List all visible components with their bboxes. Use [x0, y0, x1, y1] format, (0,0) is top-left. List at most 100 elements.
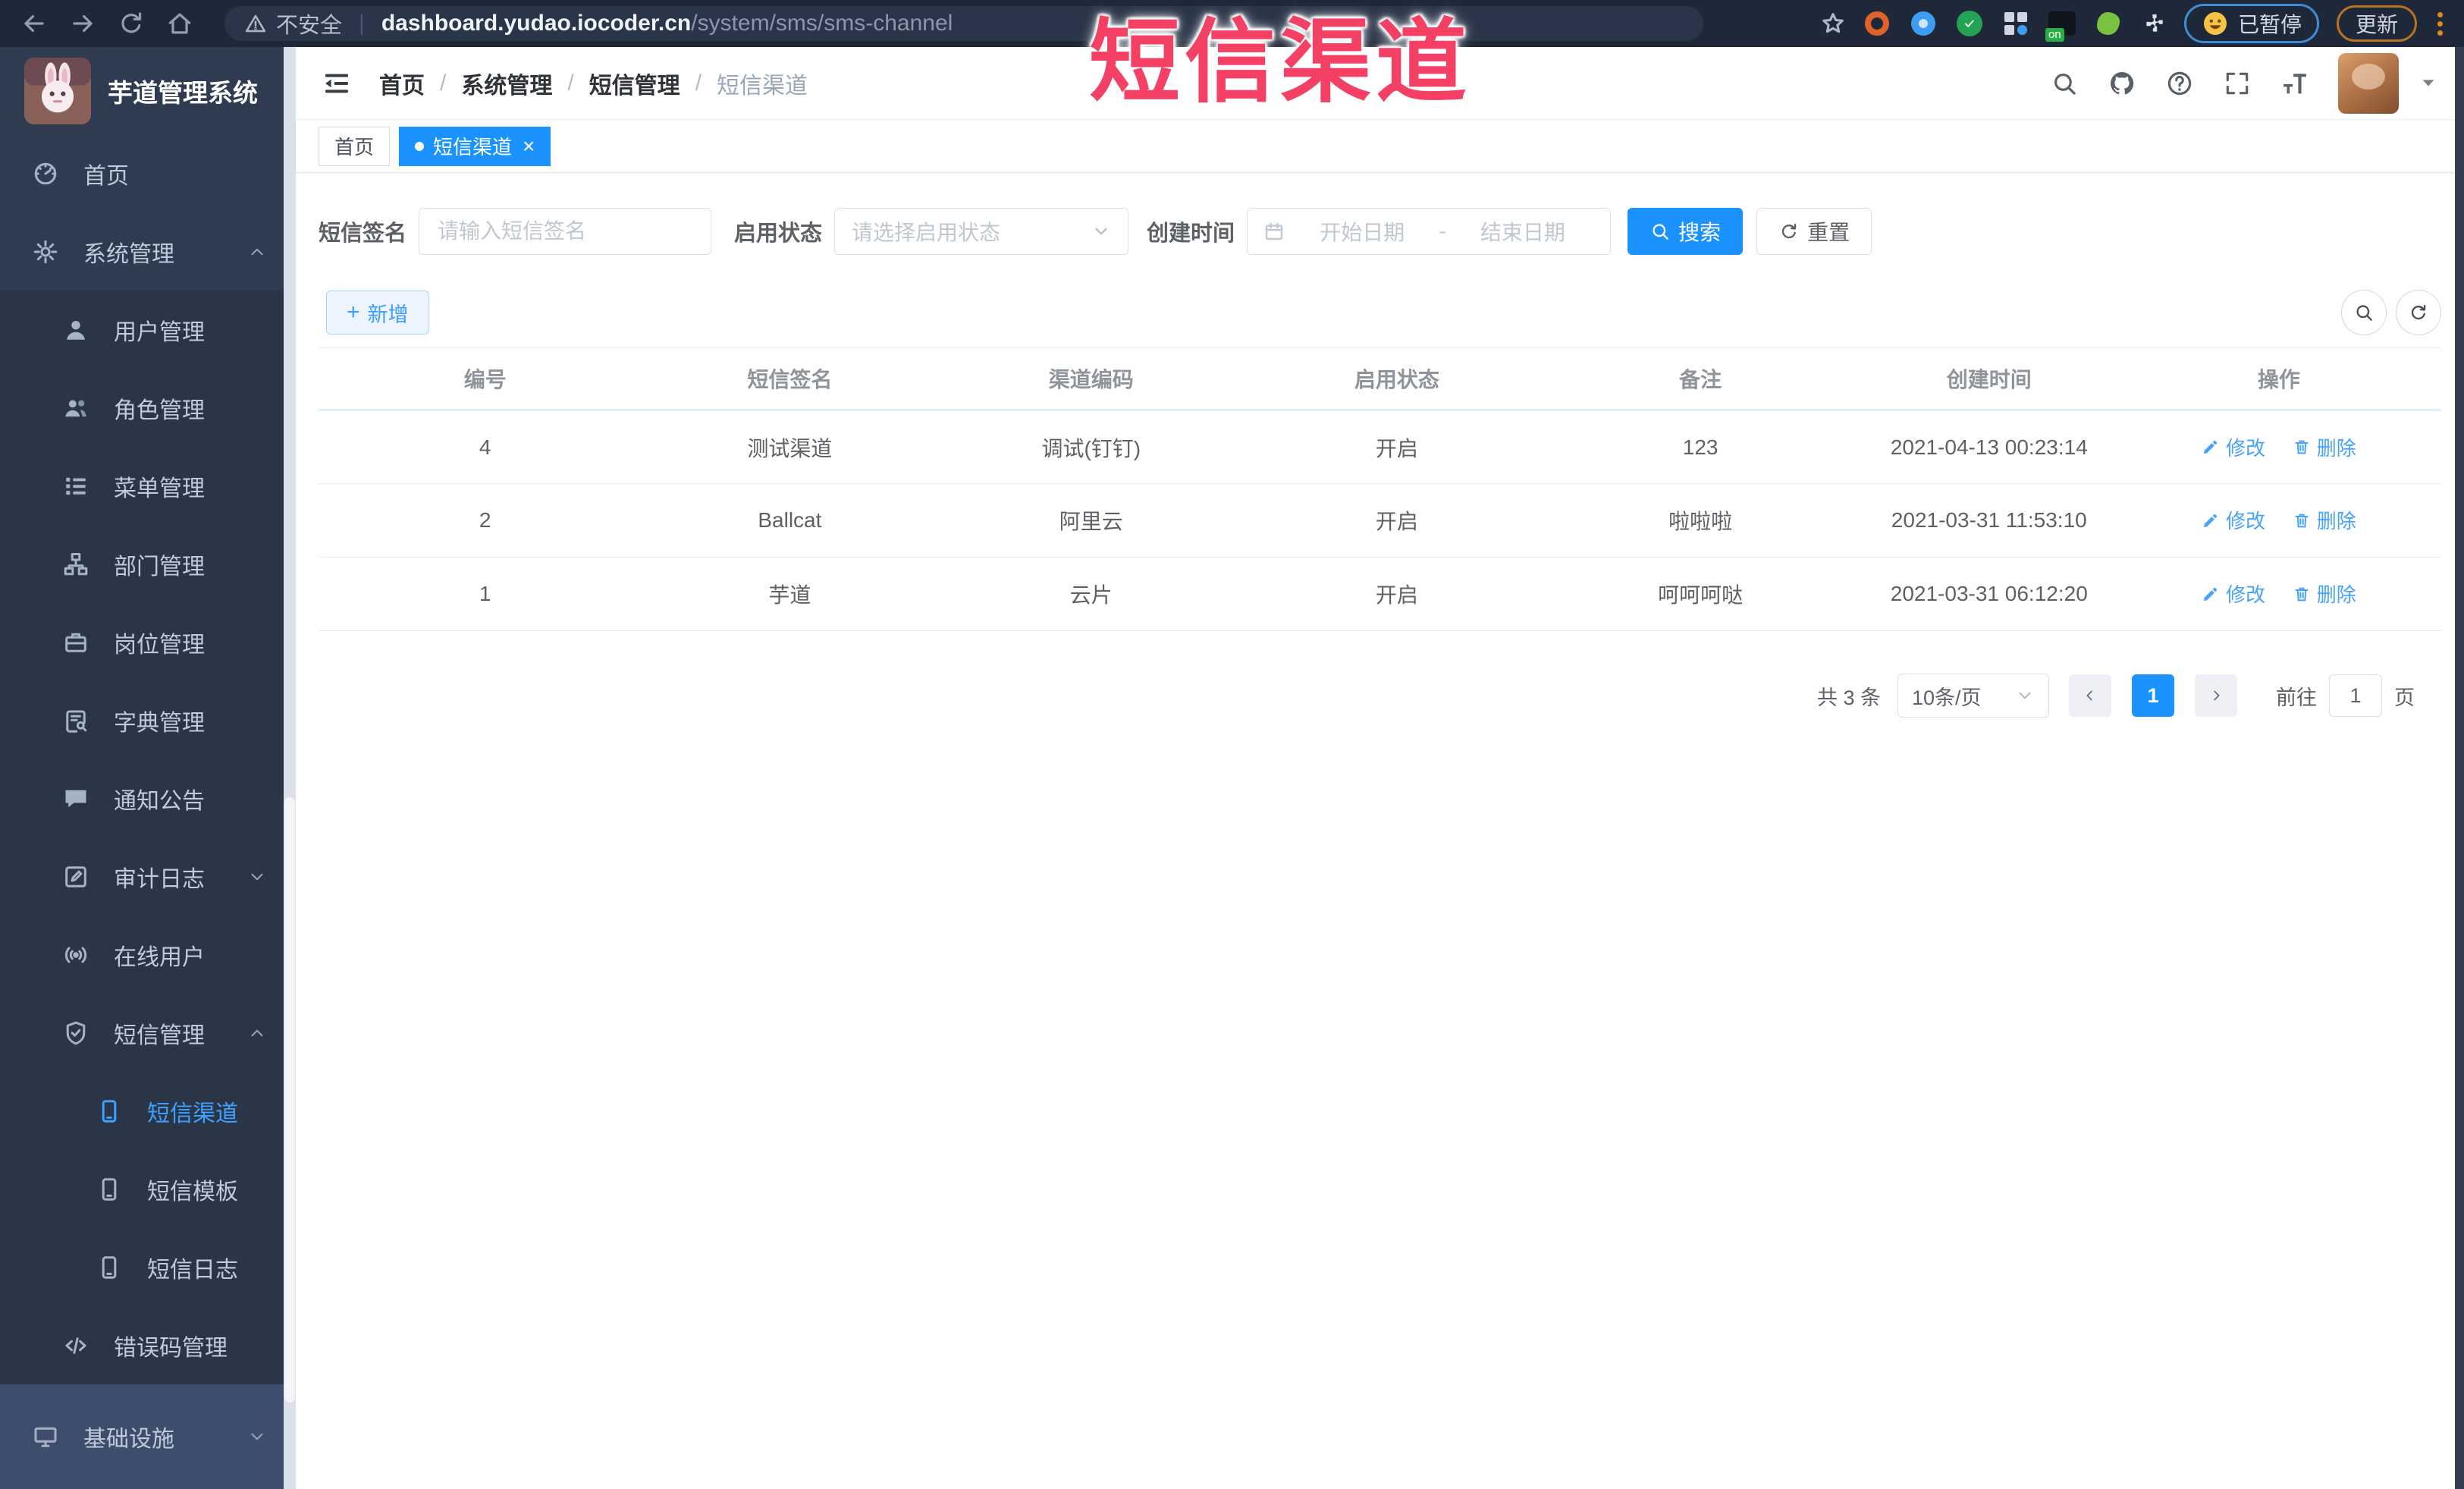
page-number-active[interactable]: 1: [2132, 674, 2174, 717]
breadcrumb-system[interactable]: 系统管理: [461, 67, 552, 100]
sidebar-item-label: 基础设施: [83, 1427, 174, 1452]
sidebar-item-sms-log[interactable]: 短信日志: [0, 1228, 296, 1306]
breadcrumb-sms[interactable]: 短信管理: [589, 67, 680, 100]
tab-home[interactable]: 首页: [319, 126, 391, 166]
sidebar-item-posts[interactable]: 岗位管理: [0, 603, 296, 681]
sidebar-item-users[interactable]: 用户管理: [0, 291, 296, 369]
sidebar-item-label: 首页: [83, 163, 129, 189]
forward-icon[interactable]: [68, 9, 97, 38]
sidebar-item-dict[interactable]: 字典管理: [0, 681, 296, 759]
sidebar-item-notice[interactable]: 通知公告: [0, 759, 296, 837]
caret-down-icon[interactable]: [2420, 77, 2437, 90]
prev-page-button[interactable]: [2069, 674, 2111, 717]
security-label: 不安全: [276, 14, 343, 38]
list-icon: [66, 477, 86, 495]
column-header-code: 渠道编码: [928, 347, 1255, 411]
refresh-table-button[interactable]: [2396, 290, 2441, 335]
help-icon[interactable]: [2165, 69, 2194, 98]
breadcrumb-home[interactable]: 首页: [379, 67, 425, 100]
sign-label: 短信签名: [319, 221, 407, 246]
window-scrollbar[interactable]: [2455, 47, 2464, 1489]
cell-remark: 123: [1539, 410, 1862, 484]
paused-extension-chip[interactable]: 已暂停: [2183, 4, 2319, 43]
edit-link[interactable]: 修改: [2202, 580, 2265, 608]
sidebar-item-label: 部门管理: [114, 554, 205, 580]
app-logo-rabbit: [24, 57, 91, 124]
edit-label: 修改: [2225, 510, 2265, 533]
tab-close-icon[interactable]: ×: [523, 135, 535, 157]
trash-icon: [2295, 514, 2309, 528]
update-button[interactable]: 更新: [2336, 5, 2417, 42]
delete-link[interactable]: 删除: [2293, 506, 2356, 534]
sidebar-item-sms[interactable]: 短信管理: [0, 994, 296, 1072]
logo-row[interactable]: 芋道管理系统: [0, 47, 296, 134]
sidebar-item-label: 错误码管理: [114, 1335, 228, 1361]
page-content: 短信签名 启用状态 请选择启用状态 创建时间 开始日期 - 结束日期: [296, 173, 2464, 1489]
date-range-picker[interactable]: 开始日期 - 结束日期: [1247, 208, 1612, 255]
goto-label: 前往: [2276, 686, 2317, 709]
monitor-icon: [34, 1427, 57, 1447]
fullscreen-icon[interactable]: [2223, 69, 2252, 98]
extension-icon-3[interactable]: [1953, 7, 1986, 40]
column-header-sign: 短信签名: [651, 347, 928, 411]
add-button[interactable]: + 新增: [326, 291, 429, 335]
extension-icon-7[interactable]: [2138, 7, 2171, 40]
back-icon[interactable]: [20, 9, 49, 38]
sidebar-item-departments[interactable]: 部门管理: [0, 525, 296, 603]
sidebar-item-infrastructure[interactable]: 基础设施: [0, 1384, 296, 1489]
users-icon: [65, 400, 86, 416]
github-icon[interactable]: [2108, 69, 2136, 98]
table-header-row: 编号 短信签名 渠道编码 启用状态 备注 创建时间 操作: [319, 347, 2441, 411]
sidebar-scrollbar[interactable]: [284, 47, 296, 1489]
extension-icon-4[interactable]: [1999, 7, 2032, 40]
status-select[interactable]: 请选择启用状态: [834, 208, 1129, 255]
sidebar-item-roles[interactable]: 角色管理: [0, 369, 296, 447]
sidebar-item-menus[interactable]: 菜单管理: [0, 447, 296, 525]
browser-menu-icon[interactable]: [2437, 11, 2443, 36]
extension-icon-2[interactable]: [1907, 7, 1940, 40]
page-size-select[interactable]: 10条/页: [1897, 674, 2049, 718]
sidebar-item-audit-log[interactable]: 审计日志: [0, 837, 296, 916]
cell-id: 1: [319, 557, 652, 631]
extension-icon-1[interactable]: [1860, 7, 1894, 40]
navbar-actions: [2050, 52, 2437, 114]
extension-icon-6[interactable]: [2092, 7, 2125, 40]
sidebar-item-online-users[interactable]: 在线用户: [0, 916, 296, 994]
avatar[interactable]: [2338, 52, 2399, 114]
toggle-search-button[interactable]: [2341, 290, 2387, 335]
breadcrumb-separator: /: [440, 70, 447, 96]
search-icon[interactable]: [2050, 69, 2079, 98]
search-button[interactable]: 搜索: [1627, 208, 1744, 255]
update-label: 更新: [2355, 13, 2398, 36]
cell-id: 2: [319, 483, 652, 558]
sidebar-scrollbar-thumb[interactable]: [284, 796, 295, 1403]
sign-input[interactable]: [419, 208, 712, 255]
delete-link[interactable]: 删除: [2293, 433, 2356, 461]
address-bar[interactable]: 不安全 | dashboard.yudao.iocoder.cn/system/…: [224, 6, 1703, 41]
edit-link[interactable]: 修改: [2202, 433, 2265, 461]
org-tree-icon: [64, 552, 88, 575]
font-size-icon[interactable]: [2280, 69, 2309, 98]
shield-check-icon: [66, 1021, 86, 1044]
reload-icon[interactable]: [117, 9, 146, 38]
sidebar-toggle-icon[interactable]: [322, 68, 352, 99]
cell-id: 4: [319, 410, 652, 484]
bookmark-star-icon[interactable]: [1819, 9, 1847, 38]
goto-page-input[interactable]: [2329, 674, 2382, 717]
extension-icon-5[interactable]: on: [2045, 7, 2079, 42]
tab-sms-channel[interactable]: 短信渠道 ×: [399, 126, 551, 166]
next-page-button[interactable]: [2195, 674, 2237, 717]
table-row: 1 芋道 云片 开启 呵呵呵哒 2021-03-31 06:12:20 修改 删…: [319, 557, 2441, 631]
sidebar-item-sms-template[interactable]: 短信模板: [0, 1150, 296, 1228]
delete-link[interactable]: 删除: [2293, 580, 2356, 608]
start-date-placeholder: 开始日期: [1320, 221, 1405, 244]
blue-pin-icon: [1910, 11, 1935, 36]
sidebar-item-sms-channel[interactable]: 短信渠道: [0, 1072, 296, 1150]
home-icon[interactable]: [165, 9, 194, 38]
reset-button[interactable]: 重置: [1756, 208, 1872, 255]
sidebar-item-error-code[interactable]: 错误码管理: [0, 1306, 296, 1384]
sidebar-item-system[interactable]: 系统管理: [0, 212, 296, 291]
edit-link[interactable]: 修改: [2202, 506, 2265, 534]
sidebar-item-label: 审计日志: [114, 866, 205, 892]
sidebar-item-home[interactable]: 首页: [0, 134, 296, 212]
